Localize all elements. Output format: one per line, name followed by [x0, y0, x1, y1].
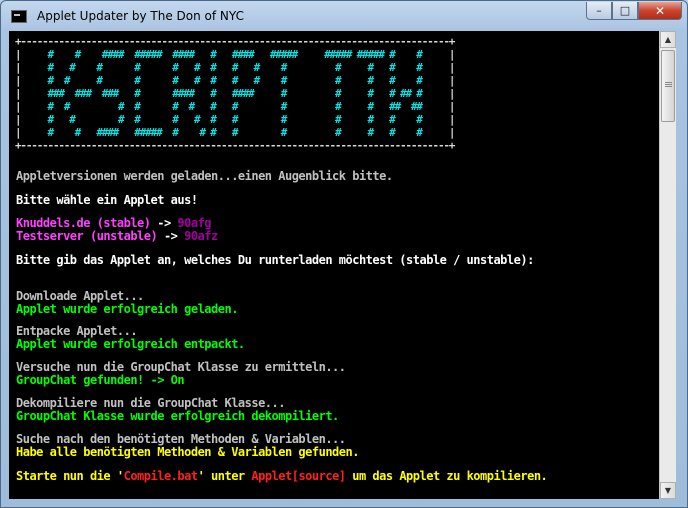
banner-border-top: +---------------------------------------… — [15, 35, 455, 48]
scrollbar-thumb[interactable] — [661, 50, 675, 122]
scroll-down-icon[interactable]: ▼ — [660, 482, 676, 499]
loading-message: Appletversionen werden geladen...einen A… — [16, 169, 393, 183]
vertical-scrollbar[interactable]: ▲ ▼ — [659, 31, 676, 499]
banner-art-row: # # #### ##### #### # #### ##### ##### #… — [20, 48, 449, 61]
banner-art-row: ### ### ### # #### # #### # # # # ## # — [20, 87, 449, 100]
choose-prompt: Bitte wähle ein Applet aus! — [16, 193, 198, 207]
scroll-up-icon[interactable]: ▲ — [660, 31, 676, 48]
compile-file: Compile.bat — [123, 469, 198, 483]
decompile-success: GroupChat Klasse wurde erfolgreich dekom… — [16, 409, 339, 423]
banner-art-row: # # # # # # # # # # # ## ## — [20, 100, 449, 113]
unpack-success: Applet wurde erfolgreich entpackt. — [16, 337, 245, 351]
minimize-button[interactable]: – — [586, 2, 612, 20]
maximize-button[interactable]: □ — [612, 2, 638, 20]
title-bar[interactable]: Applet Updater by The Don of NYC – □ ✕ — [1, 1, 687, 31]
download-prompt: Bitte gib das Applet an, welches Du runt… — [16, 253, 534, 267]
source-path: Applet[source] — [251, 469, 346, 483]
version-code: 90afg — [177, 216, 212, 230]
banner-art-row: # # #### ##### # # # # # # # # # — [20, 126, 449, 139]
version-line-unstable: Testserver (unstable) -> 90afz — [16, 229, 218, 243]
console-output[interactable]: +---------------------------------------… — [9, 31, 659, 499]
window-title: Applet Updater by The Don of NYC — [37, 9, 244, 23]
download-success: Applet wurde erfolgreich geladen. — [16, 302, 238, 316]
compile-instruction: Starte nun die 'Compile.bat' unter Apple… — [16, 469, 548, 483]
ascii-banner: +---------------------------------------… — [15, 35, 456, 152]
banner-border-bottom: +---------------------------------------… — [15, 139, 455, 152]
groupchat-found: GroupChat gefunden! -> On — [16, 373, 185, 387]
version-name: Knuddels.de (stable) — [16, 216, 151, 230]
window-controls: – □ ✕ — [586, 2, 682, 20]
version-name: Testserver (unstable) — [16, 229, 158, 243]
thumb-grip-icon — [665, 82, 672, 83]
close-button[interactable]: ✕ — [638, 2, 682, 20]
banner-art-row: # # # # # # # # # # # # # # — [20, 74, 449, 87]
banner-art-row: # # # # # # # # # # # # # # — [20, 61, 449, 74]
methods-found: Habe alle benötigten Methoden & Variable… — [16, 445, 359, 459]
banner-art-row: # # # # # # # # # # # # # — [20, 113, 449, 126]
console-window: Applet Updater by The Don of NYC – □ ✕ +… — [0, 0, 688, 508]
console-app-icon[interactable] — [11, 10, 27, 23]
version-code: 90afz — [184, 229, 218, 243]
